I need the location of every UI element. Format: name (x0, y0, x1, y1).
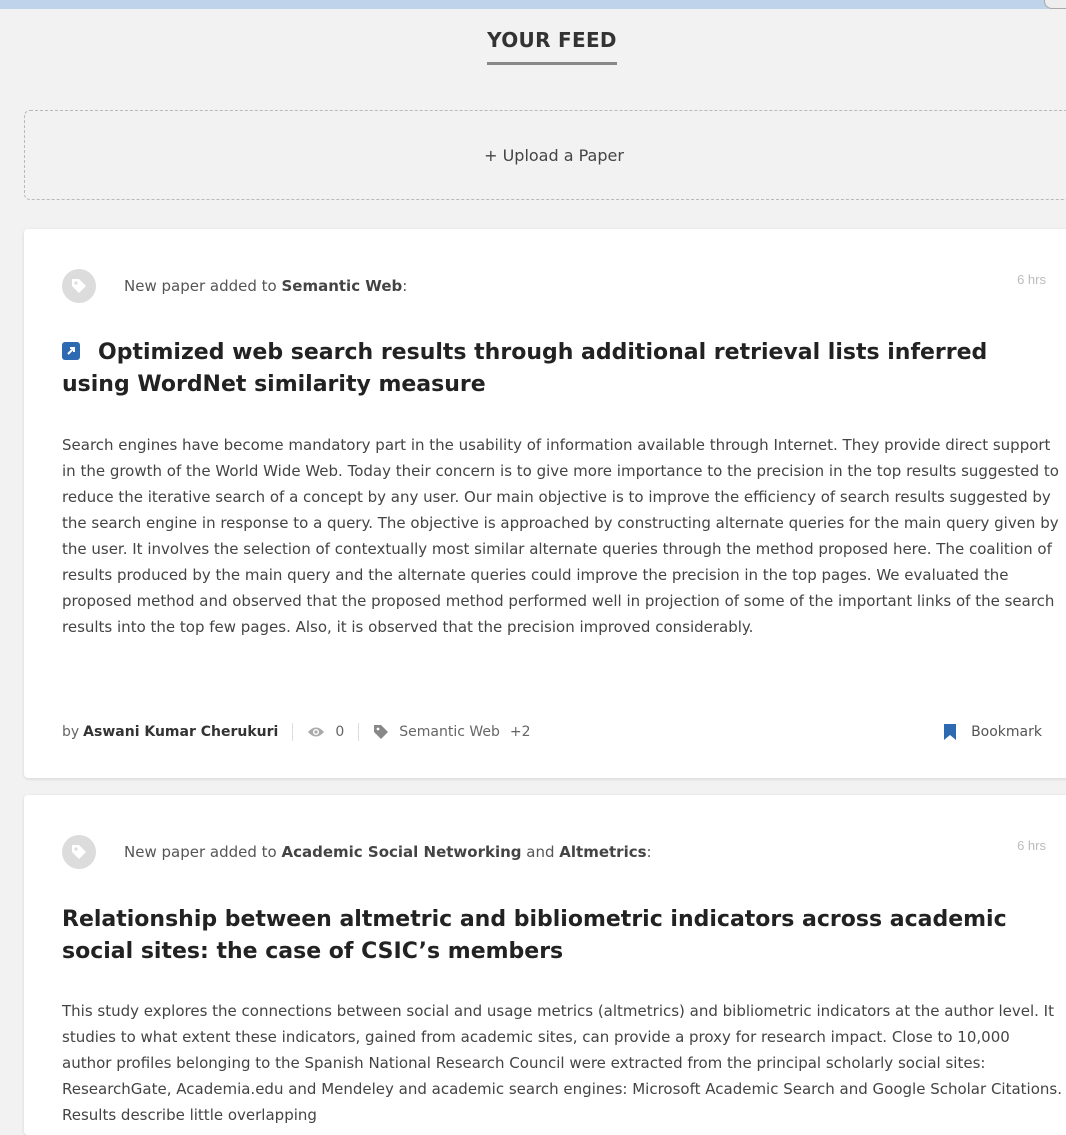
feed-title: YOUR FEED (487, 28, 617, 65)
paper-title[interactable]: Optimized web search results through add… (62, 337, 1052, 401)
topic-link[interactable]: Altmetrics (559, 843, 646, 861)
feed-notice: New paper added to Academic Social Netwo… (62, 835, 652, 869)
divider (358, 723, 360, 741)
tags-group: Semantic Web +2 (373, 724, 531, 740)
feed-card: New paper added to Semantic Web: 6 hrs O… (24, 229, 1066, 778)
views-count: 0 (307, 724, 344, 740)
more-tags-link[interactable]: +2 (510, 724, 531, 740)
divider (292, 723, 294, 741)
views-number: 0 (335, 724, 345, 740)
author-link[interactable]: Aswani Kumar Cherukuri (83, 724, 278, 740)
notice-joiner: and (521, 843, 560, 861)
feed-notice: New paper added to Semantic Web: (62, 269, 407, 303)
topic-link[interactable]: Semantic Web (281, 277, 402, 295)
paper-title[interactable]: Relationship between altmetric and bibli… (62, 904, 1052, 968)
by-label: by (62, 724, 80, 740)
feed-card: New paper added to Academic Social Netwo… (24, 795, 1066, 1135)
notice-prefix: New paper added to (124, 277, 282, 295)
notice-text: New paper added to Semantic Web: (124, 277, 407, 295)
window-corner (1044, 0, 1066, 9)
eye-icon (308, 727, 325, 737)
feed-header: YOUR FEED (0, 28, 1066, 65)
bookmark-icon (944, 724, 957, 740)
tag-link[interactable]: Semantic Web (399, 724, 500, 740)
paper-meta: by Aswani Kumar Cherukuri 0 Semantic Web… (62, 721, 1042, 743)
tag-icon (374, 725, 389, 739)
notice-suffix: : (402, 277, 408, 295)
upload-paper-button[interactable]: + Upload a Paper (24, 110, 1066, 200)
paper-title-text[interactable]: Optimized web search results through add… (62, 340, 987, 397)
external-link-icon[interactable] (62, 342, 80, 360)
paper-abstract: Search engines have become mandatory par… (62, 436, 1059, 636)
tag-icon (62, 835, 96, 869)
post-time: 6 hrs (1017, 272, 1046, 287)
topic-link[interactable]: Academic Social Networking (281, 843, 521, 861)
notice-suffix: : (646, 843, 652, 861)
bookmark-button[interactable]: Bookmark (943, 723, 1042, 741)
browser-top-strip (0, 0, 1066, 9)
upload-paper-label: + Upload a Paper (484, 145, 624, 165)
notice-text: New paper added to Academic Social Netwo… (124, 843, 652, 861)
tag-icon (62, 269, 96, 303)
paper-abstract: This study explores the connections betw… (62, 1002, 1062, 1124)
post-time: 6 hrs (1017, 838, 1046, 853)
paper-title-text[interactable]: Relationship between altmetric and bibli… (62, 907, 1007, 964)
notice-prefix: New paper added to (124, 843, 282, 861)
bookmark-label: Bookmark (971, 724, 1042, 740)
